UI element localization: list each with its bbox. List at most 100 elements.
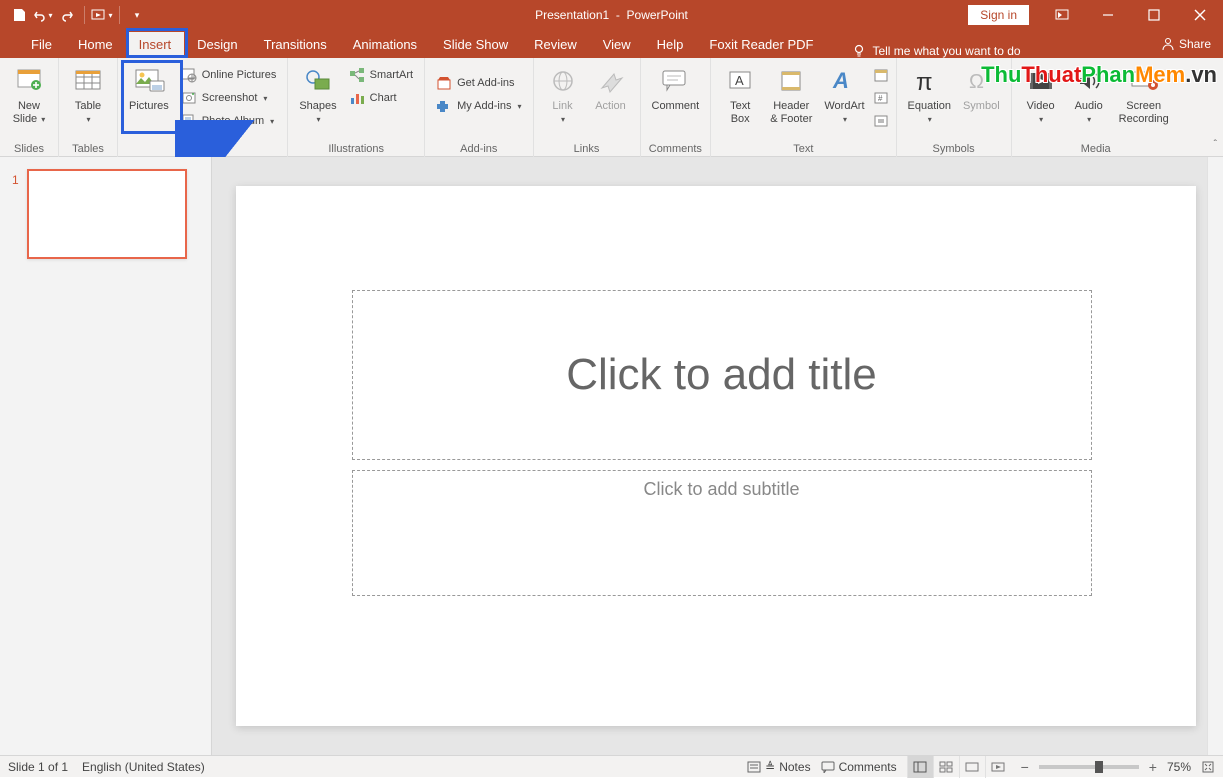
svg-text:#: # [878, 94, 883, 103]
share-button[interactable]: Share [1161, 37, 1211, 51]
slide-number-button[interactable]: # [873, 87, 889, 109]
ribbon-tabs: File Home Insert Design Transitions Anim… [0, 30, 1223, 58]
ribbon-display-icon[interactable] [1039, 0, 1085, 30]
slideshow-view-icon[interactable] [985, 756, 1011, 778]
view-buttons [907, 756, 1011, 778]
subtitle-placeholder[interactable]: Click to add subtitle [352, 470, 1092, 596]
new-slide-icon [14, 67, 44, 95]
group-media: Video▾ Audio▾ Screen Recording Media [1012, 58, 1180, 157]
maximize-icon[interactable] [1131, 0, 1177, 30]
new-slide-button[interactable]: New Slide ▾ [7, 62, 51, 128]
group-label: Comments [648, 143, 704, 157]
save-icon[interactable] [8, 4, 30, 26]
normal-view-icon[interactable] [907, 756, 933, 778]
wordart-icon: A [830, 68, 858, 94]
fit-to-window-icon[interactable] [1201, 760, 1215, 774]
language-indicator[interactable]: English (United States) [82, 760, 205, 774]
slide-editor[interactable]: Click to add title Click to add subtitle [212, 157, 1223, 755]
minimize-icon[interactable] [1085, 0, 1131, 30]
svg-text:A: A [832, 68, 849, 93]
tab-design[interactable]: Design [184, 32, 250, 58]
group-label: Links [541, 143, 633, 157]
online-pictures-button[interactable]: Online Pictures [177, 64, 281, 86]
slide-canvas[interactable]: Click to add title Click to add subtitle [236, 186, 1196, 726]
comments-button[interactable]: Comments [821, 760, 897, 774]
video-button[interactable]: Video▾ [1019, 62, 1063, 128]
pictures-button[interactable]: Pictures [125, 62, 173, 115]
undo-icon[interactable]: ▾ [32, 4, 54, 26]
workspace: 1 Click to add title Click to add subtit… [0, 157, 1223, 755]
tab-foxit[interactable]: Foxit Reader PDF [696, 32, 826, 58]
customize-qat-icon[interactable]: ▾ [126, 4, 148, 26]
slide-sorter-icon[interactable] [933, 756, 959, 778]
tab-review[interactable]: Review [521, 32, 590, 58]
group-label: Symbols [904, 143, 1004, 157]
video-icon [1027, 69, 1055, 93]
tab-slideshow[interactable]: Slide Show [430, 32, 521, 58]
zoom-in-icon[interactable]: + [1149, 759, 1157, 775]
title-bar: ▾ ▾ ▾ Presentation1 - PowerPoint Sign in [0, 0, 1223, 30]
reading-view-icon[interactable] [959, 756, 985, 778]
group-label: Tables [66, 143, 110, 157]
tab-file[interactable]: File [18, 32, 65, 58]
smartart-button[interactable]: SmartArt [345, 64, 417, 86]
screen-recording-icon [1129, 69, 1159, 93]
start-from-beginning-icon[interactable]: ▾ [91, 4, 113, 26]
date-time-button[interactable] [873, 64, 889, 86]
audio-button[interactable]: Audio▾ [1067, 62, 1111, 128]
action-icon [598, 68, 624, 94]
table-button[interactable]: Table▾ [66, 62, 110, 128]
slide-indicator[interactable]: Slide 1 of 1 [8, 760, 68, 774]
title-placeholder[interactable]: Click to add title [352, 290, 1092, 460]
lightbulb-icon [852, 44, 866, 58]
sign-in-button[interactable]: Sign in [968, 5, 1029, 25]
notes-button[interactable]: ≜ Notes [747, 760, 810, 774]
addins-icon [436, 98, 452, 114]
screenshot-button[interactable]: Screenshot▾ [177, 87, 281, 109]
photo-album-button[interactable]: Photo Album▾ [177, 110, 281, 132]
status-bar: Slide 1 of 1 English (United States) ≜ N… [0, 755, 1223, 777]
tab-transitions[interactable]: Transitions [251, 32, 340, 58]
redo-icon[interactable] [56, 4, 78, 26]
close-icon[interactable] [1177, 0, 1223, 30]
date-time-icon [873, 67, 889, 83]
text-box-button[interactable]: A Text Box [718, 62, 762, 128]
tab-help[interactable]: Help [644, 32, 697, 58]
svg-text:π: π [916, 69, 933, 94]
symbol-button: Ω Symbol [959, 62, 1004, 115]
shapes-button[interactable]: Shapes▾ [295, 62, 340, 128]
my-addins-button[interactable]: My Add-ins▾ [432, 95, 525, 117]
vertical-scrollbar[interactable] [1207, 157, 1223, 755]
zoom-slider[interactable] [1039, 765, 1139, 769]
textbox-icon: A [727, 68, 753, 94]
group-addins: Get Add-ins My Add-ins▾ Add-ins [425, 58, 533, 157]
tab-animations[interactable]: Animations [340, 32, 430, 58]
group-images: Pictures Online Pictures Screenshot▾ Pho… [118, 58, 288, 157]
group-label: Media [1019, 143, 1173, 157]
collapse-ribbon-icon[interactable]: ˆ [1214, 139, 1217, 150]
quick-access-toolbar: ▾ ▾ ▾ [0, 4, 148, 26]
get-addins-button[interactable]: Get Add-ins [432, 72, 525, 94]
group-tables: Table▾ Tables [59, 58, 118, 157]
chart-button[interactable]: Chart [345, 87, 417, 109]
group-label: Text [718, 143, 888, 157]
group-illustrations: Shapes▾ SmartArt Chart Illustrations [288, 58, 425, 157]
slide-thumbnail-1[interactable] [27, 169, 187, 259]
tab-home[interactable]: Home [65, 32, 126, 58]
screen-recording-button[interactable]: Screen Recording [1115, 62, 1173, 128]
wordart-button[interactable]: A WordArt▾ [820, 62, 868, 128]
tab-view[interactable]: View [590, 32, 644, 58]
symbol-icon: Ω [967, 68, 995, 94]
zoom-level[interactable]: 75% [1167, 760, 1191, 774]
person-icon [1161, 37, 1175, 51]
header-footer-button[interactable]: Header & Footer [766, 62, 816, 128]
object-button[interactable] [873, 110, 889, 132]
equation-button[interactable]: π Equation▾ [904, 62, 955, 128]
comment-button[interactable]: Comment [648, 62, 704, 115]
header-footer-icon [778, 68, 804, 94]
zoom-out-icon[interactable]: − [1021, 759, 1029, 775]
tell-me-search[interactable]: Tell me what you want to do [852, 44, 1020, 58]
tab-insert[interactable]: Insert [126, 32, 185, 58]
slide-thumbnails-pane[interactable]: 1 [0, 157, 212, 755]
comments-icon [821, 761, 835, 773]
